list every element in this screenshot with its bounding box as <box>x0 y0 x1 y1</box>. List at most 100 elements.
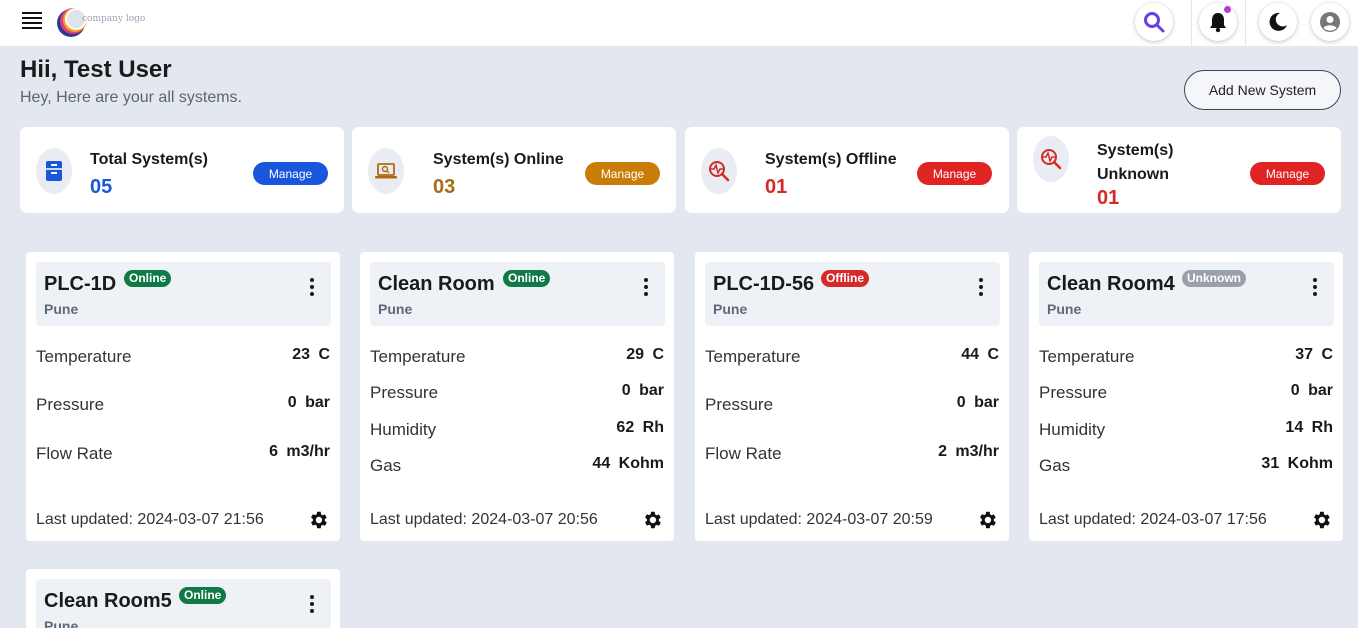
system-name: PLC-1D <box>44 273 117 295</box>
system-card-header: Clean Room Online Pune <box>370 262 665 326</box>
system-card-header: Clean Room4 Unknown Pune <box>1039 262 1334 326</box>
last-updated: Last updated: 2024-03-07 21:56 <box>36 511 264 528</box>
metric-label: Pressure <box>36 395 105 414</box>
system-card[interactable]: PLC-1D Online Pune Temperature 23 C Pres… <box>26 252 340 541</box>
more-options-icon[interactable] <box>979 278 983 296</box>
manage-button[interactable]: Manage <box>1250 162 1325 185</box>
last-updated: Last updated: 2024-03-07 20:56 <box>370 511 598 528</box>
system-location: Pune <box>713 301 748 317</box>
status-badge: Unknown <box>1182 270 1246 287</box>
system-location: Pune <box>1047 301 1082 317</box>
metric-label: Gas <box>1039 456 1071 475</box>
metric-value: 31 Kohm <box>1261 455 1333 472</box>
system-name: Clean Room <box>378 273 495 295</box>
top-bar: company logo <box>0 0 1358 46</box>
more-options-icon[interactable] <box>644 278 648 296</box>
system-card[interactable]: Clean Room Online Pune Temperature 29 C … <box>360 252 674 541</box>
system-name: Clean Room4 <box>1047 273 1175 295</box>
laptop-search-icon <box>368 148 404 194</box>
user-avatar-icon <box>1320 12 1340 32</box>
metric-value: 62 Rh <box>616 419 664 436</box>
system-card[interactable]: Clean Room4 Unknown Pune Temperature 37 … <box>1029 252 1343 541</box>
metric-value: 0 bar <box>1290 382 1333 399</box>
status-badge: Online <box>179 587 227 604</box>
page-subtitle: Hey, Here are your all systems. <box>20 89 242 106</box>
cabinet-icon <box>36 148 72 194</box>
metric-value: 23 C <box>292 346 330 363</box>
system-card-header: PLC-1D-56 Offline Pune <box>705 262 1000 326</box>
divider <box>1191 0 1192 46</box>
more-options-icon[interactable] <box>310 595 314 613</box>
menu-icon[interactable] <box>22 12 42 32</box>
more-options-icon[interactable] <box>310 278 314 296</box>
stat-count: 03 <box>433 176 456 198</box>
metric-value: 6 m3/hr <box>269 443 330 460</box>
metric-label: Pressure <box>370 383 439 402</box>
manage-button[interactable]: Manage <box>253 162 328 185</box>
account-button[interactable] <box>1311 3 1349 41</box>
manage-button[interactable]: Manage <box>585 162 660 185</box>
system-card-header: Clean Room5 Online Pune <box>36 579 331 628</box>
status-badge: Online <box>124 270 172 287</box>
stat-title: Total System(s) <box>90 151 208 168</box>
system-name: PLC-1D-56 <box>713 273 815 295</box>
last-updated: Last updated: 2024-03-07 20:59 <box>705 511 933 528</box>
dark-mode-toggle[interactable] <box>1259 3 1297 41</box>
search-button[interactable] <box>1135 3 1173 41</box>
system-location: Pune <box>378 301 413 317</box>
metric-label: Gas <box>370 456 402 475</box>
system-location: Pune <box>44 618 79 628</box>
metric-value: 0 bar <box>956 394 999 411</box>
stat-title: System(s) Online <box>433 151 564 168</box>
moon-icon <box>1269 12 1287 31</box>
metric-value: 2 m3/hr <box>938 443 999 460</box>
metric-label: Flow Rate <box>36 444 113 463</box>
system-card[interactable]: PLC-1D-56 Offline Pune Temperature 44 C … <box>695 252 1009 541</box>
metric-value: 44 Kohm <box>592 455 664 472</box>
stat-count: 01 <box>1097 187 1120 209</box>
stat-count: 01 <box>765 176 788 198</box>
metric-label: Temperature <box>705 347 801 366</box>
metric-value: 0 bar <box>621 382 664 399</box>
manage-button[interactable]: Manage <box>917 162 992 185</box>
settings-gear-icon[interactable] <box>641 509 663 531</box>
notifications-button[interactable] <box>1199 3 1237 41</box>
stat-count: 05 <box>90 176 113 198</box>
settings-gear-icon[interactable] <box>1310 509 1332 531</box>
metric-label: Humidity <box>370 420 437 439</box>
stat-card-unknown: System(s) Unknown 01 Manage <box>1017 127 1341 213</box>
metric-label: Temperature <box>36 347 132 366</box>
stat-card-total: Total System(s) 05 Manage <box>20 127 344 213</box>
metric-label: Temperature <box>1039 347 1135 366</box>
stat-title: System(s) Offline <box>765 151 897 168</box>
more-options-icon[interactable] <box>1313 278 1317 296</box>
stat-title: System(s) Unknown <box>1097 142 1174 183</box>
status-badge: Offline <box>821 270 869 287</box>
pulse-search-icon <box>701 148 737 194</box>
stat-card-online: System(s) Online 03 Manage <box>352 127 676 213</box>
metric-value: 44 C <box>961 346 999 363</box>
system-name: Clean Room5 <box>44 590 172 612</box>
page-title: Hii, Test User <box>20 56 172 83</box>
metric-label: Humidity <box>1039 420 1106 439</box>
metric-label: Pressure <box>1039 383 1108 402</box>
system-card[interactable]: Clean Room5 Online Pune <box>26 569 340 628</box>
search-icon <box>1144 12 1165 33</box>
divider <box>1245 0 1246 46</box>
pulse-search-icon <box>1033 136 1069 182</box>
metric-label: Flow Rate <box>705 444 782 463</box>
logo-text: company logo <box>82 14 146 24</box>
bell-icon <box>1210 13 1226 33</box>
notification-dot <box>1224 6 1231 13</box>
last-updated: Last updated: 2024-03-07 17:56 <box>1039 511 1267 528</box>
system-card-header: PLC-1D Online Pune <box>36 262 331 326</box>
settings-gear-icon[interactable] <box>976 509 998 531</box>
metric-value: 29 C <box>626 346 664 363</box>
settings-gear-icon[interactable] <box>307 509 329 531</box>
metric-label: Pressure <box>705 395 774 414</box>
company-logo[interactable]: company logo <box>54 4 146 40</box>
stat-card-offline: System(s) Offline 01 Manage <box>685 127 1009 213</box>
metric-value: 0 bar <box>287 394 330 411</box>
add-new-system-button[interactable]: Add New System <box>1184 70 1341 110</box>
metric-label: Temperature <box>370 347 466 366</box>
